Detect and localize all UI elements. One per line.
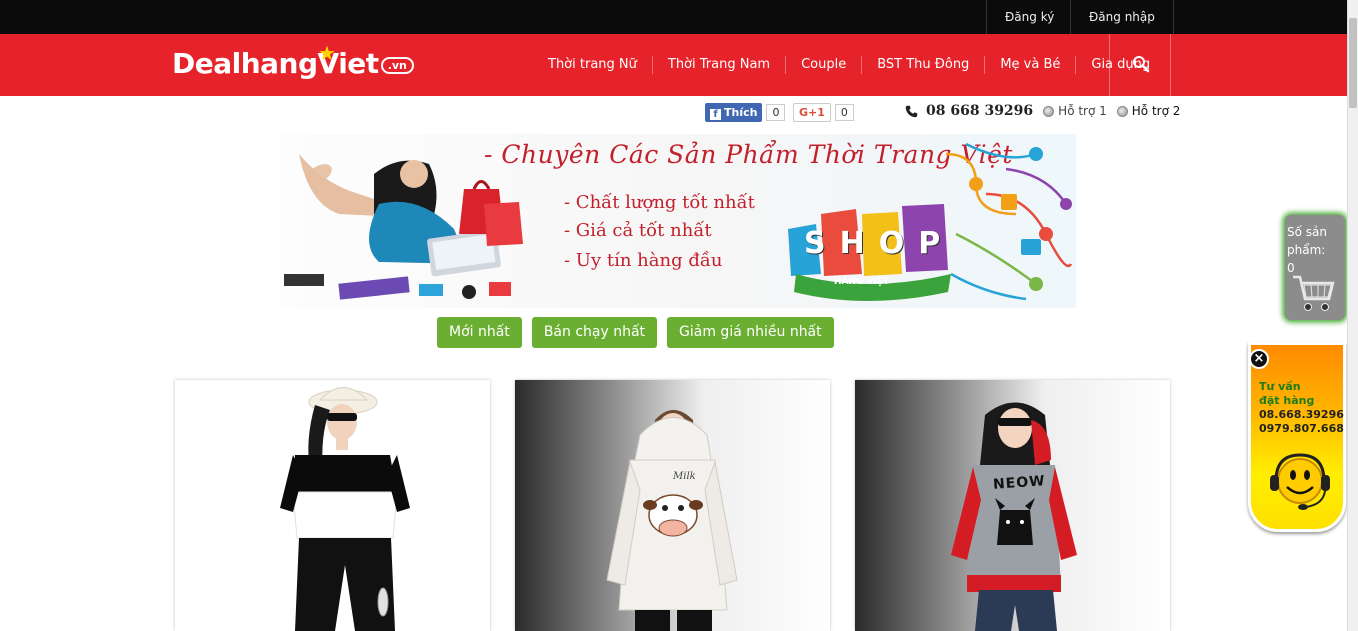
banner-shop-graphic xyxy=(788,142,1073,301)
logo-star-icon: ★ xyxy=(318,41,336,65)
close-icon[interactable]: × xyxy=(1249,349,1269,369)
scrollbar-thumb[interactable] xyxy=(1349,18,1357,108)
menu-item-women[interactable]: Thời trang Nữ xyxy=(533,56,653,74)
support-status-icon xyxy=(1043,105,1055,117)
consult-line-1: Tư vấn xyxy=(1259,380,1301,393)
product-image xyxy=(280,387,410,631)
google-plus[interactable]: G+1 0 xyxy=(793,103,854,122)
site-logo[interactable]: DealhangViet .vn ★ xyxy=(172,41,414,83)
product-image xyxy=(951,402,1077,631)
gplus-count: 0 xyxy=(834,104,854,121)
facebook-like-button[interactable]: f Thích xyxy=(705,103,763,122)
cart-label: Số sản phẩm: xyxy=(1287,225,1327,257)
banner-line-price: - Giá cả tốt nhất xyxy=(564,220,712,241)
product-card[interactable]: NEOW xyxy=(855,380,1170,631)
order-consultation-widget[interactable]: × Tư vấn đặt hàng 08.668.39296 0979.807.… xyxy=(1248,342,1346,532)
page-scrollbar[interactable] xyxy=(1347,0,1358,631)
facebook-like[interactable]: f Thích 0 xyxy=(705,103,786,122)
banner-ribbon-text: HÀNG VIỆT xyxy=(834,277,890,287)
product-card[interactable] xyxy=(175,380,490,631)
banner-line-quality: - Chất lượng tốt nhất xyxy=(564,192,755,213)
facebook-like-count: 0 xyxy=(766,104,786,121)
banner-shop-word: SHOP xyxy=(804,226,955,261)
menu-item-autumn-winter[interactable]: BST Thu Đông xyxy=(862,56,986,74)
cart-count-text: Số sản phẩm: 0 xyxy=(1285,215,1345,277)
facebook-like-label: Thích xyxy=(724,106,758,119)
main-menu: Thời trang Nữ Thời Trang Nam Couple BST … xyxy=(533,34,1165,96)
consult-phone-2: 0979.807.668 xyxy=(1259,422,1344,435)
facebook-icon: f xyxy=(710,109,721,120)
top-account-bar: Đăng ký Đăng nhập xyxy=(0,0,1347,34)
logo-tld: .vn xyxy=(380,57,414,74)
tab-biggest-discount[interactable]: Giảm giá nhiều nhất xyxy=(667,317,834,348)
consult-phone-1: 08.668.39296 xyxy=(1259,408,1344,421)
product-card[interactable]: Milk xyxy=(515,380,830,631)
support-2-label: Hỗ trợ 2 xyxy=(1131,104,1181,118)
logo-brand-text: DealhangViet xyxy=(172,47,379,80)
tab-newest[interactable]: Mới nhất xyxy=(437,317,522,348)
product-print-text: Milk xyxy=(673,471,696,482)
promo-banner[interactable]: - Chuyên Các Sản Phẩm Thời Trang Việt - … xyxy=(279,134,1076,308)
floating-cart-widget[interactable]: Số sản phẩm: 0 xyxy=(1285,215,1345,320)
support-1-label: Hỗ trợ 1 xyxy=(1058,104,1107,118)
menu-item-men[interactable]: Thời Trang Nam xyxy=(653,56,787,74)
tab-best-selling[interactable]: Bán chạy nhất xyxy=(531,317,658,348)
login-link[interactable]: Đăng nhập xyxy=(1070,0,1174,34)
banner-line-trust: - Uy tín hàng đầu xyxy=(564,250,723,271)
support-headset-smiley-icon xyxy=(1270,453,1330,510)
product-image xyxy=(606,410,738,631)
consult-line-2: đặt hàng xyxy=(1259,394,1315,407)
search-button[interactable] xyxy=(1109,34,1171,96)
hotline-number: 08 668 39296 xyxy=(926,103,1034,119)
product-filter-tabs: Mới nhất Bán chạy nhất Giảm giá nhiều nh… xyxy=(437,317,844,348)
phone-icon xyxy=(905,105,918,117)
shopping-cart-icon xyxy=(1293,275,1335,311)
register-link[interactable]: Đăng ký xyxy=(986,0,1072,34)
support-1-link[interactable]: Hỗ trợ 1 xyxy=(1043,104,1107,118)
menu-item-couple[interactable]: Couple xyxy=(786,56,863,74)
support-status-icon xyxy=(1116,105,1128,117)
menu-item-mom-baby[interactable]: Mẹ và Bé xyxy=(985,56,1077,74)
search-icon xyxy=(1133,56,1150,73)
contact-area: 08 668 39296 Hỗ trợ 1 Hỗ trợ 2 xyxy=(905,101,1180,121)
consult-text: Tư vấn đặt hàng 08.668.39296 0979.807.66… xyxy=(1259,380,1344,436)
gplus-button[interactable]: G+1 xyxy=(793,103,831,122)
support-2-link[interactable]: Hỗ trợ 2 xyxy=(1116,104,1181,118)
